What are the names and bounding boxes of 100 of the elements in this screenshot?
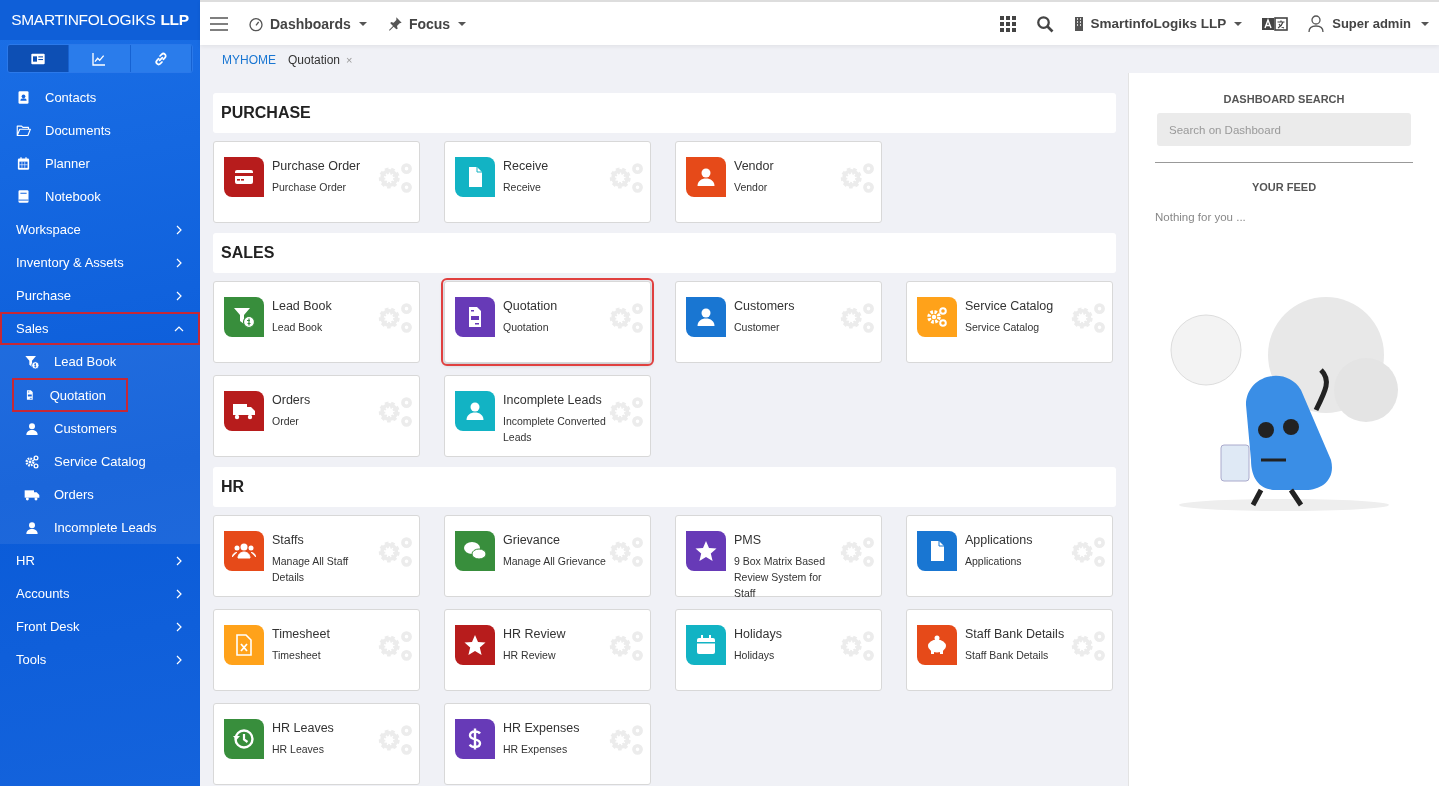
card-title: Customers xyxy=(734,299,795,313)
module-card[interactable]: HR Expenses HR Expenses xyxy=(444,703,651,785)
module-card[interactable]: Staff Bank Details Staff Bank Details xyxy=(906,609,1113,691)
sidebar-subitem[interactable]: Service Catalog xyxy=(0,445,200,478)
module-card[interactable]: Receive Receive xyxy=(444,141,651,223)
card-subtitle: Receive xyxy=(503,180,541,195)
card-subtitle: Applications xyxy=(965,554,1022,569)
sidebar-group[interactable]: Purchase xyxy=(0,279,200,312)
sidebar-group[interactable]: Sales xyxy=(0,312,200,345)
chevron-right-icon xyxy=(174,257,184,268)
sidebar-tab[interactable] xyxy=(130,45,192,72)
user-icon xyxy=(1308,14,1325,33)
card-subtitle: Purchase Order xyxy=(272,180,347,195)
card-title: Receive xyxy=(503,159,549,173)
module-card[interactable]: Applications Applications xyxy=(906,515,1113,597)
company-menu[interactable]: SmartinfoLogiks LLP xyxy=(1074,16,1243,31)
card-title: Timesheet xyxy=(272,627,330,641)
card-subtitle: Lead Book xyxy=(272,320,323,335)
breadcrumb-home-link[interactable]: MYHOME xyxy=(222,52,276,67)
card-title: Grievance xyxy=(503,533,561,547)
top-menu[interactable]: Dashboards xyxy=(248,15,367,32)
module-card[interactable]: Staffs Manage All Staff Details xyxy=(213,515,420,597)
sidebar-item[interactable]: Planner xyxy=(0,147,200,180)
sidebar-subitem[interactable]: Incomplete Leads xyxy=(0,511,200,544)
card-title: Holidays xyxy=(734,627,782,641)
sidebar-item[interactable]: Contacts xyxy=(0,81,200,114)
module-card[interactable]: Vendor Vendor xyxy=(675,141,882,223)
chevron-right-icon xyxy=(174,654,184,665)
card-title: Applications xyxy=(965,533,1033,547)
piggy-bank-icon xyxy=(925,633,949,657)
breadcrumb-tab[interactable]: Quotation xyxy=(288,52,341,67)
user-menu[interactable]: Super admin xyxy=(1308,14,1429,33)
search-icon[interactable] xyxy=(1036,14,1055,33)
panel-title: DASHBOARD SEARCH xyxy=(1223,93,1345,105)
section-header: PURCHASE xyxy=(213,93,1116,133)
module-card[interactable]: Customers Customer xyxy=(675,281,882,363)
sidebar-subitem[interactable]: Orders xyxy=(0,478,200,511)
contact-book-icon xyxy=(16,90,31,105)
module-card[interactable]: HR Review HR Review xyxy=(444,609,651,691)
chevron-right-icon xyxy=(174,555,184,566)
dashboard-search-field[interactable]: Search on Dashboard xyxy=(1157,113,1411,146)
invoice-icon xyxy=(24,387,36,403)
top-menu[interactable]: Focus xyxy=(386,15,467,32)
card-title: Staff Bank Details xyxy=(965,627,1065,641)
chevron-right-icon xyxy=(174,588,184,599)
building-icon xyxy=(1074,16,1085,31)
module-card[interactable]: Timesheet Timesheet xyxy=(213,609,420,691)
sidebar-group[interactable]: Accounts xyxy=(0,577,200,610)
person-icon xyxy=(24,420,40,437)
gauge-icon xyxy=(248,15,264,32)
module-card[interactable]: Holidays Holidays xyxy=(675,609,882,691)
folder-icon xyxy=(16,123,31,138)
card-subtitle: Manage All Staff Details xyxy=(272,554,350,585)
apps-grid-icon[interactable] xyxy=(1000,15,1017,32)
module-card[interactable]: Purchase Order Purchase Order xyxy=(213,141,420,223)
module-card[interactable]: Incomplete Leads Incomplete Converted Leads xyxy=(444,375,651,457)
card-title: HR Expenses xyxy=(503,721,580,735)
sidebar-group[interactable]: Tools xyxy=(0,643,200,676)
menu-icon[interactable] xyxy=(210,16,228,31)
sidebar-group[interactable]: Workspace xyxy=(0,213,200,246)
link-icon xyxy=(152,50,169,67)
calendar-icon xyxy=(694,633,718,657)
card-subtitle: Holidays xyxy=(734,648,775,663)
sidebar-group[interactable]: Inventory & Assets xyxy=(0,246,200,279)
panel-title: YOUR FEED xyxy=(1251,181,1317,193)
person-icon xyxy=(24,519,40,536)
card-subtitle: Service Catalog xyxy=(965,320,1040,335)
card-subtitle: Timesheet xyxy=(272,648,321,663)
module-card[interactable]: Grievance Manage All Grievance xyxy=(444,515,651,597)
sidebar-group[interactable]: HR xyxy=(0,544,200,577)
translate-icon[interactable] xyxy=(1262,15,1289,32)
section-header: HR xyxy=(213,467,1116,507)
sidebar-subitem[interactable]: Customers xyxy=(0,412,200,445)
card-title: Staffs xyxy=(272,533,305,547)
card-subtitle: Staff Bank Details xyxy=(965,648,1049,663)
sidebar-item[interactable]: Documents xyxy=(0,114,200,147)
module-card[interactable]: Service Catalog Service Catalog xyxy=(906,281,1113,363)
history-clock-icon xyxy=(232,727,256,751)
module-card[interactable]: Lead Book Lead Book xyxy=(213,281,420,363)
module-card[interactable]: Quotation Quotation xyxy=(444,281,651,363)
gears-icon xyxy=(24,453,40,470)
card-title: Service Catalog xyxy=(965,299,1054,313)
card-subtitle: Customer xyxy=(734,320,780,335)
card-subtitle: Vendor xyxy=(734,180,768,195)
sidebar-item[interactable]: Notebook xyxy=(0,180,200,213)
sidebar-subitem[interactable]: Lead Book xyxy=(0,345,200,378)
card-title: Incomplete Leads xyxy=(503,393,603,407)
module-card[interactable]: PMS 9 Box Matrix Based Review System for Staff xyxy=(675,515,882,597)
sidebar-group[interactable]: Front Desk xyxy=(0,610,200,643)
brand-logo[interactable]: SMARTINFOLOGIKS LLP xyxy=(0,0,200,40)
module-card[interactable]: Orders Order xyxy=(213,375,420,457)
chevron-right-icon xyxy=(174,290,184,301)
section-header: SALES xyxy=(213,233,1116,273)
calendar-icon xyxy=(16,156,31,171)
notebook-icon xyxy=(16,189,31,204)
card-title: HR Leaves xyxy=(272,721,334,735)
module-card[interactable]: HR Leaves HR Leaves xyxy=(213,703,420,785)
card-subtitle: Order xyxy=(272,414,299,429)
sidebar-subitem[interactable]: Quotation xyxy=(12,378,128,412)
sidebar-tab[interactable] xyxy=(8,45,70,72)
